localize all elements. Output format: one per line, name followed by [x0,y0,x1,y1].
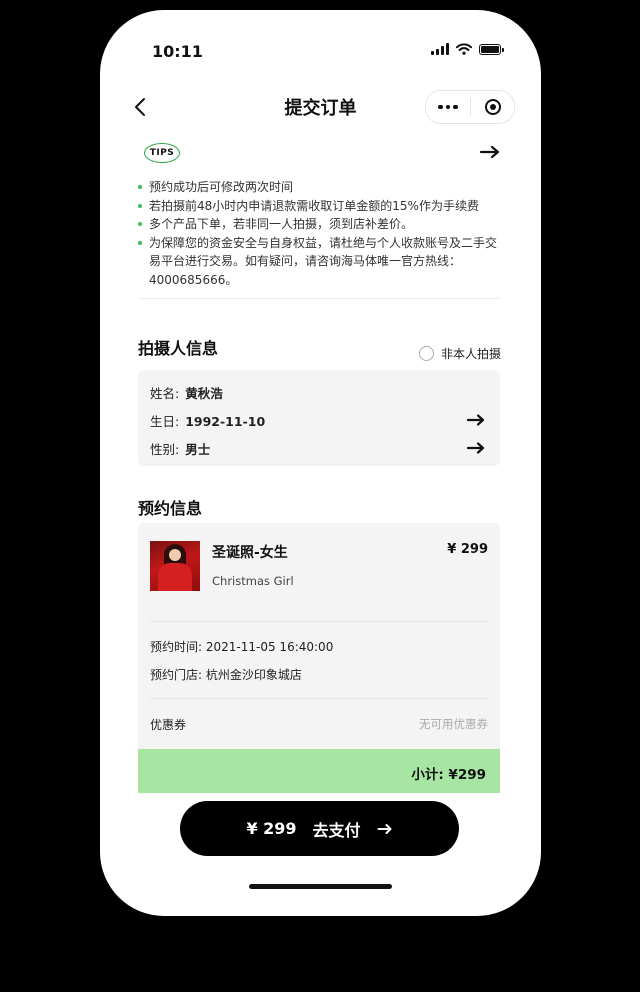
name-value: 黄秋浩 [185,386,223,401]
mini-program-capsule [425,90,515,124]
appointment-time-value: 2021-11-05 16:40:00 [205,640,334,654]
pay-label: 去支付 [312,820,361,840]
booking-card: 圣诞照-女生 Christmas Girl ¥ 299 预约时间: 2021-1… [138,523,500,749]
name-label: 姓名: [150,386,180,401]
appointment-time-row: 预约时间: 2021-11-05 16:40:00 [150,638,333,655]
pay-button[interactable]: ¥ 299 去支付 [180,801,459,856]
phone-screen: 10:11 提交订单 TIPS 预约成功后可修改两次时间 若拍摄前48小时内申请… [100,10,541,916]
tip-item: 预约成功后可修改两次时间 [138,178,502,197]
product-subtitle: Christmas Girl [212,574,294,588]
arrow-right-icon[interactable] [466,413,486,427]
card-divider [150,621,488,622]
home-indicator [249,884,392,889]
coupon-label: 优惠券 [150,718,187,732]
name-row: 姓名: 黄秋浩 [150,383,223,402]
birthday-row[interactable]: 生日: 1992-11-10 [150,411,265,430]
not-self-option[interactable]: 非本人拍摄 [418,345,501,362]
appointment-time-label: 预约时间: [150,640,203,654]
arrow-right-icon[interactable] [479,144,501,160]
photographer-section-title: 拍摄人信息 [138,339,219,358]
tip-item: 多个产品下单，若非同一人拍摄，须到店补差价。 [138,215,502,234]
appointment-store-value: 杭州金沙印象城店 [205,668,302,682]
tips-list: 预约成功后可修改两次时间 若拍摄前48小时内申请退款需收取订单金额的15%作为手… [138,178,502,289]
tip-item: 若拍摄前48小时内申请退款需收取订单金额的15%作为手续费 [138,197,502,216]
booking-section-title: 预约信息 [138,499,203,518]
wifi-icon [456,43,472,55]
divider [138,298,500,299]
signal-icon [431,43,449,55]
pay-amount: ¥ 299 [246,819,297,838]
coupon-value[interactable]: 无可用优惠券 [419,716,488,732]
subtotal: 小计: ¥299 [411,767,486,783]
product-thumbnail [150,541,200,591]
product-price: ¥ 299 [447,542,488,557]
status-time: 10:11 [152,42,203,61]
gender-value: 男士 [185,442,211,457]
gender-row[interactable]: 性别: 男士 [150,439,210,458]
card-divider [150,698,488,699]
product-name: 圣诞照-女生 [212,545,288,561]
close-mini-program-icon[interactable] [471,91,514,123]
status-icons [431,43,504,55]
tip-item: 为保障您的资金安全与自身权益，请杜绝与个人收款账号及二手交易平台进行交易。如有疑… [138,234,502,290]
photographer-card: 姓名: 黄秋浩 生日: 1992-11-10 性别: 男士 [138,370,500,466]
appointment-store-row: 预约门店: 杭州金沙印象城店 [150,666,302,683]
not-self-label: 非本人拍摄 [440,347,501,361]
battery-icon [479,43,504,55]
status-bar: 10:11 [100,10,541,80]
tips-badge: TIPS [144,143,180,163]
nav-bar: 提交订单 [100,82,541,132]
radio-icon[interactable] [418,346,434,361]
birthday-label: 生日: [150,414,180,429]
arrow-right-icon[interactable] [466,441,486,455]
more-icon[interactable] [426,91,470,123]
appointment-store-label: 预约门店: [150,668,203,682]
birthday-value: 1992-11-10 [185,414,266,429]
gender-label: 性别: [150,442,180,457]
subtotal-bar: 小计: ¥299 [138,749,500,793]
arrow-right-icon [377,823,392,834]
